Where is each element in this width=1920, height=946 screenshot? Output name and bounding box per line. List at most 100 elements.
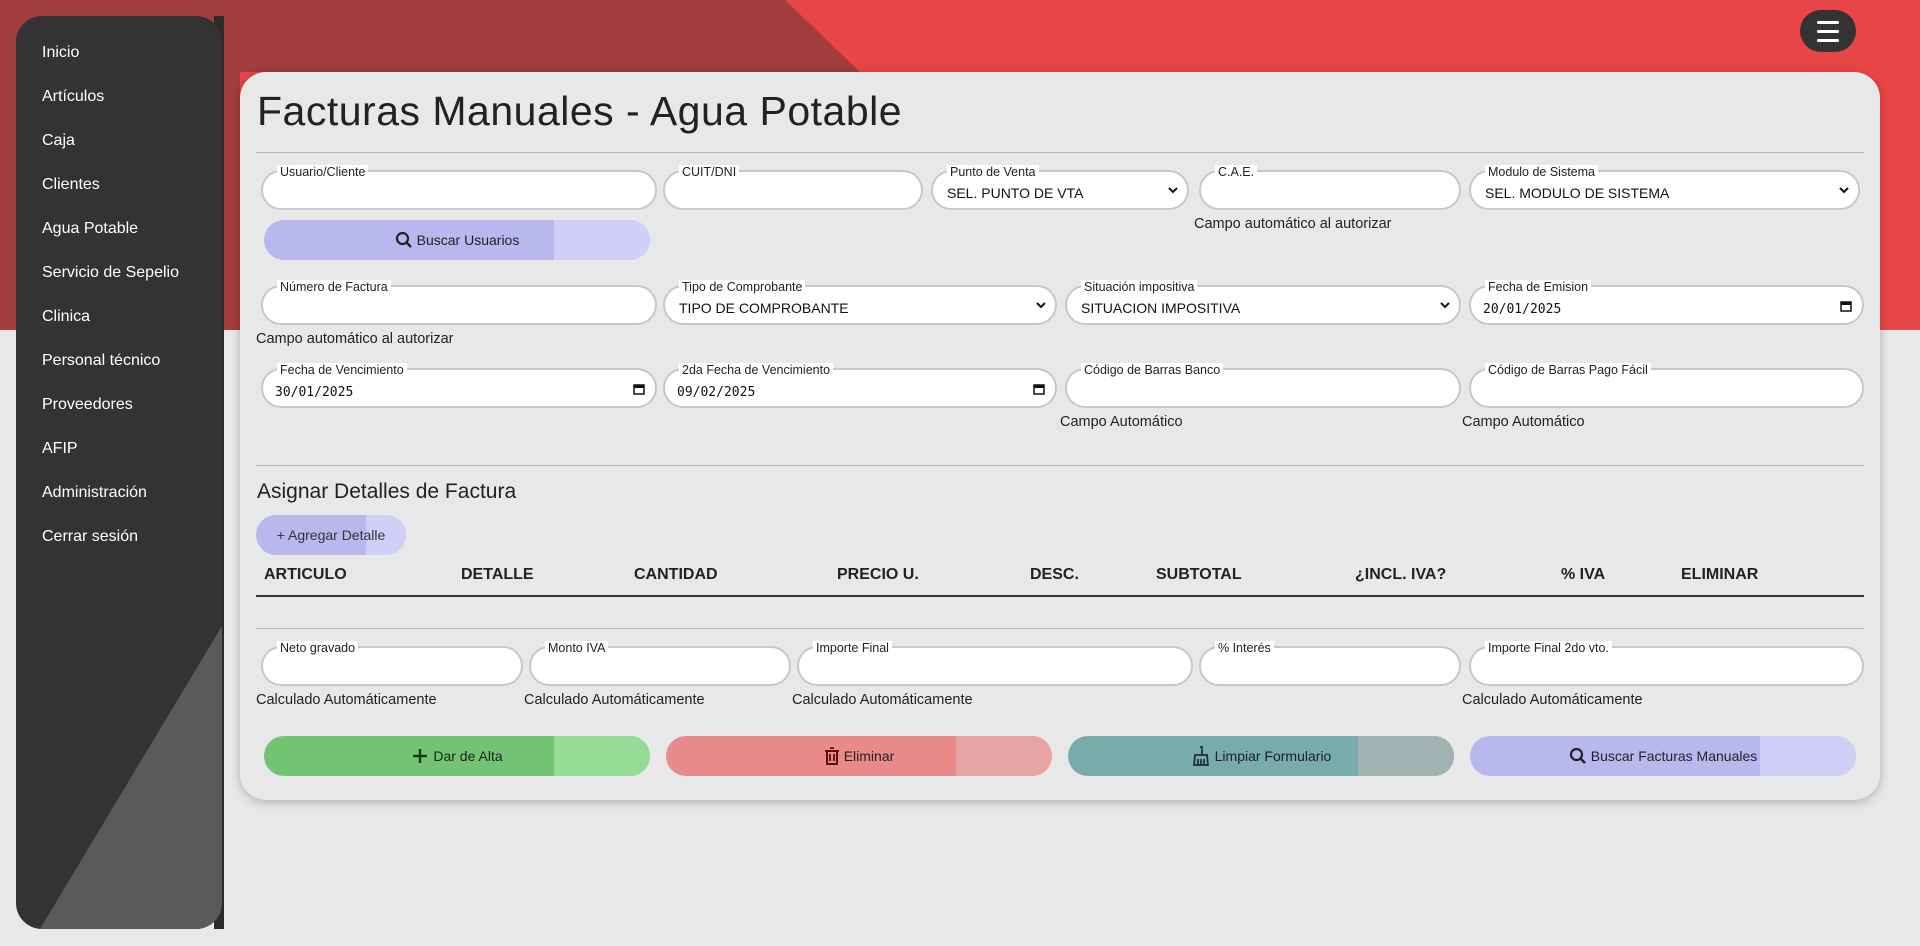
search-icon	[395, 231, 412, 248]
column-header-incl-iva: ¿INCL. IVA?	[1355, 566, 1447, 583]
sidebar-item-servicio-sepelio[interactable]: Servicio de Sepelio	[16, 262, 222, 306]
column-header-porc-iva: % IVA	[1561, 566, 1606, 583]
column-header-desc: DESC.	[1030, 566, 1079, 583]
tipo-comprobante-label: Tipo de Comprobante	[679, 280, 806, 294]
numero-factura-label: Número de Factura	[277, 280, 391, 294]
numero-factura-hint: Campo automático al autorizar	[256, 331, 454, 347]
chevron-down-icon	[1839, 187, 1849, 194]
fecha-vencimiento-field[interactable]: Fecha de Vencimiento 30/01/2025	[261, 363, 657, 408]
modulo-sistema-label: Modulo de Sistema	[1485, 165, 1599, 179]
sidebar-item-cerrar-sesion[interactable]: Cerrar sesión	[16, 526, 222, 570]
usuario-cliente-field[interactable]: Usuario/Cliente	[261, 165, 657, 210]
importe-final-hint: Calculado Automáticamente	[792, 692, 973, 708]
table-header-divider	[256, 595, 1864, 597]
importe-final-2do-vto-label: Importe Final 2do vto.	[1485, 641, 1612, 655]
dar-de-alta-label: Dar de Alta	[433, 748, 503, 764]
column-header-cantidad: CANTIDAD	[634, 566, 718, 583]
monto-iva-label: Monto IVA	[545, 641, 609, 655]
calendar-icon[interactable]	[633, 383, 645, 395]
codigo-barras-pagofacil-label: Código de Barras Pago Fácil	[1485, 363, 1651, 377]
sidebar-item-agua-potable[interactable]: Agua Potable	[16, 218, 222, 262]
fecha-emision-value: 20/01/2025	[1483, 302, 1562, 317]
sidebar-item-afip[interactable]: AFIP	[16, 438, 222, 482]
menu-button[interactable]	[1800, 10, 1856, 52]
modulo-sistema-value: SEL. MODULO DE SISTEMA	[1485, 185, 1670, 201]
chevron-down-icon	[1168, 187, 1178, 194]
fecha-vencimiento-label: Fecha de Vencimiento	[277, 363, 407, 377]
situacion-impositiva-value: SITUACION IMPOSITIVA	[1081, 300, 1241, 316]
sidebar-item-inicio[interactable]: Inicio	[16, 42, 222, 86]
cae-field[interactable]: C.A.E.	[1199, 165, 1461, 210]
eliminar-button[interactable]: Eliminar	[666, 736, 1052, 776]
cae-hint: Campo automático al autorizar	[1194, 216, 1392, 232]
limpiar-formulario-button[interactable]: Limpiar Formulario	[1068, 736, 1454, 776]
divider	[256, 152, 1864, 153]
tipo-comprobante-value: TIPO DE COMPROBANTE	[679, 300, 849, 316]
usuario-cliente-label: Usuario/Cliente	[277, 165, 369, 179]
sidebar-item-administracion[interactable]: Administración	[16, 482, 222, 526]
fecha-emision-label: Fecha de Emision	[1485, 280, 1592, 294]
column-header-subtotal: SUBTOTAL	[1156, 566, 1242, 583]
details-section-title: Asignar Detalles de Factura	[257, 480, 517, 503]
buscar-usuarios-button[interactable]: Buscar Usuarios	[264, 220, 650, 260]
plus-icon	[413, 749, 428, 763]
invoice-form-card: Facturas Manuales - Agua Potable Usuario…	[240, 72, 1880, 800]
chevron-down-icon	[1036, 302, 1046, 309]
monto-iva-hint: Calculado Automáticamente	[524, 692, 705, 708]
codigo-barras-banco-field[interactable]: Código de Barras Banco	[1065, 363, 1461, 408]
importe-final-label: Importe Final	[813, 641, 892, 655]
numero-factura-field[interactable]: Número de Factura	[261, 280, 657, 325]
importe-final-2do-vto-field[interactable]: Importe Final 2do vto.	[1469, 641, 1864, 686]
divider	[256, 465, 1864, 466]
monto-iva-field[interactable]: Monto IVA	[529, 641, 791, 686]
page-title: Facturas Manuales - Agua Potable	[257, 88, 903, 134]
calendar-icon[interactable]	[1033, 383, 1045, 395]
column-header-detalle: DETALLE	[461, 566, 534, 583]
chevron-down-icon	[1440, 302, 1450, 309]
sidebar-item-proveedores[interactable]: Proveedores	[16, 394, 222, 438]
column-header-eliminar: ELIMINAR	[1681, 566, 1759, 583]
eliminar-label: Eliminar	[843, 748, 895, 764]
punto-venta-label: Punto de Venta	[947, 165, 1039, 179]
codigo-barras-banco-label: Código de Barras Banco	[1081, 363, 1224, 377]
agregar-detalle-label: + Agregar Detalle	[276, 527, 386, 543]
cuit-dni-label: CUIT/DNI	[679, 165, 740, 179]
dar-de-alta-button[interactable]: Dar de Alta	[264, 736, 650, 776]
fecha-vencimiento-2-label: 2da Fecha de Vencimiento	[679, 363, 834, 377]
calendar-icon[interactable]	[1840, 300, 1852, 312]
interes-label: % Interés	[1215, 641, 1274, 655]
cuit-dni-field[interactable]: CUIT/DNI	[663, 165, 923, 210]
search-icon	[1569, 747, 1586, 764]
punto-venta-value: SEL. PUNTO DE VTA	[947, 185, 1084, 201]
cae-label: C.A.E.	[1215, 165, 1258, 179]
modulo-sistema-select[interactable]: Modulo de Sistema SEL. MODULO DE SISTEMA	[1469, 165, 1860, 210]
codigo-barras-pagofacil-hint: Campo Automático	[1462, 414, 1585, 430]
fecha-emision-field[interactable]: Fecha de Emision 20/01/2025	[1469, 280, 1864, 325]
tipo-comprobante-select[interactable]: Tipo de Comprobante TIPO DE COMPROBANTE	[663, 280, 1057, 325]
fecha-vencimiento-2-field[interactable]: 2da Fecha de Vencimiento 09/02/2025	[663, 363, 1057, 408]
column-header-articulo: ARTICULO	[264, 566, 347, 583]
sidebar-item-clinica[interactable]: Clinica	[16, 306, 222, 350]
buscar-facturas-button[interactable]: Buscar Facturas Manuales	[1470, 736, 1856, 776]
divider	[256, 628, 1864, 629]
importe-final-field[interactable]: Importe Final	[797, 641, 1193, 686]
fecha-vencimiento-value: 30/01/2025	[275, 385, 354, 400]
neto-gravado-field[interactable]: Neto gravado	[261, 641, 523, 686]
sidebar-item-articulos[interactable]: Artículos	[16, 86, 222, 130]
sidebar-item-caja[interactable]: Caja	[16, 130, 222, 174]
buscar-facturas-label: Buscar Facturas Manuales	[1590, 748, 1758, 764]
importe-final-2do-vto-hint: Calculado Automáticamente	[1462, 692, 1643, 708]
sidebar: Inicio Artículos Caja Clientes Agua Pota…	[16, 16, 222, 929]
limpiar-formulario-label: Limpiar Formulario	[1214, 748, 1332, 764]
column-header-precio-u: PRECIO U.	[837, 566, 919, 583]
interes-field[interactable]: % Interés	[1199, 641, 1461, 686]
punto-venta-select[interactable]: Punto de Venta SEL. PUNTO DE VTA	[931, 165, 1189, 210]
neto-gravado-label: Neto gravado	[277, 641, 359, 655]
codigo-barras-pagofacil-field[interactable]: Código de Barras Pago Fácil	[1469, 363, 1864, 408]
agregar-detalle-button[interactable]: + Agregar Detalle	[256, 515, 406, 555]
situacion-impositiva-select[interactable]: Situación impositiva SITUACION IMPOSITIV…	[1065, 280, 1461, 325]
sidebar-item-personal-tecnico[interactable]: Personal técnico	[16, 350, 222, 394]
buscar-usuarios-label: Buscar Usuarios	[416, 232, 520, 248]
trash-icon	[824, 747, 839, 765]
sidebar-item-clientes[interactable]: Clientes	[16, 174, 222, 218]
